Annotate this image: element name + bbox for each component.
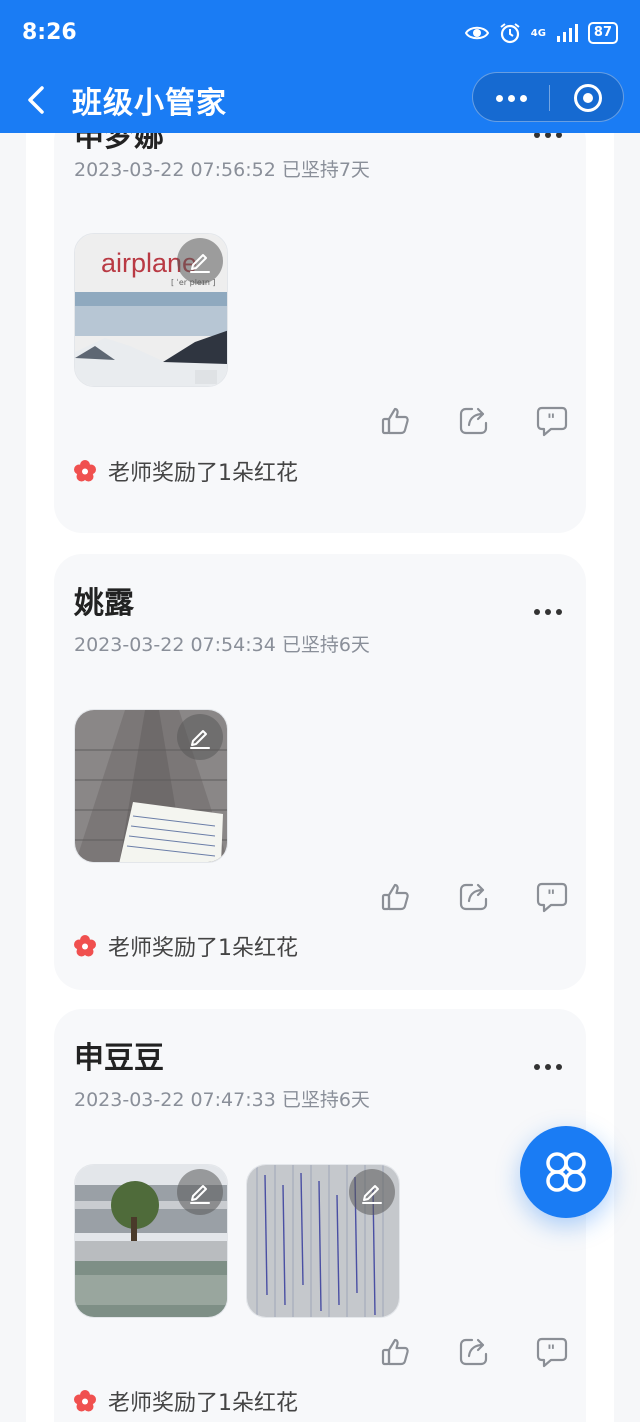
post-meta: 2023-03-22 07:47:33 已坚持6天 bbox=[74, 1089, 370, 1111]
edit-icon bbox=[190, 254, 210, 273]
edit-icon bbox=[190, 1185, 210, 1204]
close-target-button[interactable] bbox=[574, 84, 602, 112]
post-actions: " bbox=[378, 403, 570, 439]
post-photo[interactable] bbox=[246, 1164, 400, 1318]
flower-icon bbox=[74, 935, 96, 957]
post-card: 申豆豆 2023-03-22 07:47:33 已坚持6天 " 老师奖励了1朵红… bbox=[54, 1009, 586, 1422]
back-button[interactable] bbox=[22, 80, 52, 120]
battery-indicator: 87 bbox=[587, 22, 618, 44]
post-author: 申梦娜 bbox=[74, 133, 164, 154]
status-icons: 4G 87 bbox=[464, 22, 618, 44]
post-author: 姚露 bbox=[74, 586, 134, 621]
eye-icon bbox=[464, 26, 489, 40]
flower-icon bbox=[74, 1390, 96, 1412]
like-icon[interactable] bbox=[378, 1334, 414, 1370]
feed-scroll-area[interactable]: 申梦娜 2023-03-22 07:56:52 已坚持7天 airplane [… bbox=[0, 133, 640, 1422]
alarm-icon bbox=[500, 23, 520, 44]
status-time: 8:26 bbox=[22, 20, 77, 45]
network-label: 4G bbox=[530, 27, 546, 39]
like-icon[interactable] bbox=[378, 879, 414, 915]
post-actions: " bbox=[378, 1334, 570, 1370]
page-title: 班级小管家 bbox=[72, 86, 227, 121]
share-icon[interactable] bbox=[456, 879, 492, 915]
more-button[interactable] bbox=[493, 85, 529, 111]
edit-icon bbox=[362, 1185, 382, 1204]
apps-fab-button[interactable] bbox=[520, 1126, 612, 1218]
svg-text:": " bbox=[547, 1341, 555, 1360]
capsule-divider bbox=[549, 85, 550, 111]
status-bar: 8:26 4G 87 bbox=[0, 0, 640, 68]
reward-row: 老师奖励了1朵红花 bbox=[74, 930, 298, 962]
post-more-button[interactable] bbox=[534, 1057, 564, 1077]
comment-icon[interactable]: " bbox=[534, 1334, 570, 1370]
edit-photo-button[interactable] bbox=[349, 1169, 395, 1215]
more-dots-icon bbox=[534, 133, 540, 138]
post-photo[interactable] bbox=[74, 1164, 228, 1318]
signal-icon bbox=[556, 24, 578, 42]
svg-text:": " bbox=[547, 886, 555, 905]
mini-program-capsule bbox=[472, 72, 624, 122]
share-icon[interactable] bbox=[456, 1334, 492, 1370]
post-card: 姚露 2023-03-22 07:54:34 已坚持6天 " 老师奖励了1朵红花 bbox=[54, 554, 586, 990]
edit-photo-button[interactable] bbox=[177, 238, 223, 284]
post-author: 申豆豆 bbox=[74, 1041, 164, 1076]
more-dots-icon bbox=[534, 1064, 540, 1070]
reward-row: 老师奖励了1朵红花 bbox=[74, 455, 298, 487]
share-icon[interactable] bbox=[456, 403, 492, 439]
comment-icon[interactable]: " bbox=[534, 879, 570, 915]
reward-row: 老师奖励了1朵红花 bbox=[74, 1385, 298, 1417]
post-more-button[interactable] bbox=[534, 133, 564, 145]
edit-icon bbox=[190, 730, 210, 749]
post-photo[interactable] bbox=[74, 709, 228, 863]
reward-text: 老师奖励了1朵红花 bbox=[108, 1391, 298, 1416]
nav-bar: 班级小管家 bbox=[0, 68, 640, 133]
post-meta: 2023-03-22 07:54:34 已坚持6天 bbox=[74, 634, 370, 656]
more-dots-icon bbox=[534, 609, 540, 615]
post-more-button[interactable] bbox=[534, 602, 564, 622]
reward-text: 老师奖励了1朵红花 bbox=[108, 461, 298, 486]
comment-icon[interactable]: " bbox=[534, 403, 570, 439]
edit-photo-button[interactable] bbox=[177, 714, 223, 760]
reward-text: 老师奖励了1朵红花 bbox=[108, 936, 298, 961]
flower-icon bbox=[74, 460, 96, 482]
more-icon bbox=[495, 94, 503, 102]
post-actions: " bbox=[378, 879, 570, 915]
like-icon[interactable] bbox=[378, 403, 414, 439]
edit-photo-button[interactable] bbox=[177, 1169, 223, 1215]
post-card: 申梦娜 2023-03-22 07:56:52 已坚持7天 airplane [… bbox=[54, 133, 586, 533]
svg-text:": " bbox=[547, 410, 555, 429]
back-icon bbox=[28, 86, 44, 114]
post-photo[interactable]: airplane [ ˈer pleɪn ] bbox=[74, 233, 228, 387]
apps-icon bbox=[546, 1152, 586, 1192]
post-meta: 2023-03-22 07:56:52 已坚持7天 bbox=[74, 159, 370, 181]
